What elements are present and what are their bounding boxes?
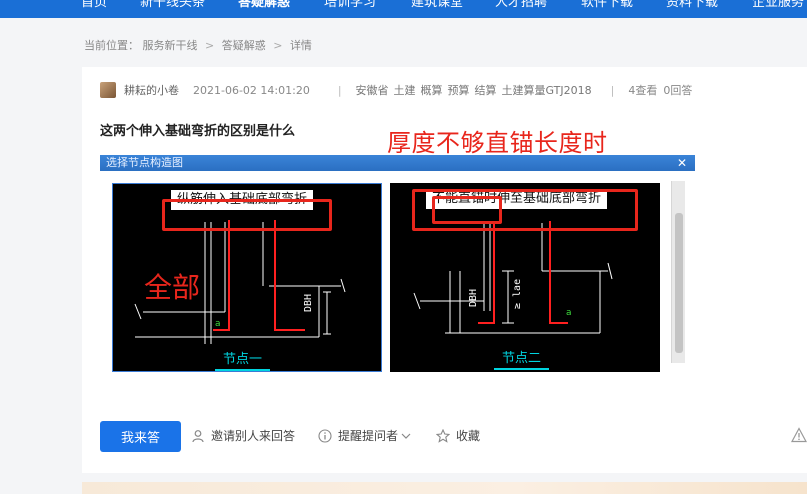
nav-item-headlines[interactable]: 新干线头条 [140, 0, 205, 13]
question-meta: 耕耘的小卷 2021-06-02 14:01:20 | 安徽省 土建 概算 预算… [100, 82, 692, 98]
star-icon [436, 429, 450, 443]
breadcrumb-item-qa[interactable]: 答疑解惑 [222, 39, 266, 52]
breadcrumb-item-service[interactable]: 服务新干线 [143, 39, 198, 52]
divider: | [337, 83, 342, 97]
tag-settlement[interactable]: 结算 [475, 82, 497, 98]
nav-item-jobs[interactable]: 人才招聘 [495, 0, 547, 13]
breadcrumb-separator: > [205, 39, 215, 52]
info-circle-icon [318, 429, 332, 443]
dialog-title: 选择节点构造图 [106, 156, 183, 169]
promo-banner[interactable] [82, 482, 807, 494]
anchor-length-label: ≥ lae [512, 279, 523, 309]
tag-discipline[interactable]: 土建 [394, 82, 416, 98]
dim-label: DBH [468, 289, 479, 307]
nav-item-enterprise[interactable]: 企业服务 [752, 0, 804, 13]
question-card: 耕耘的小卷 2021-06-02 14:01:20 | 安徽省 土建 概算 预算… [82, 67, 807, 473]
avatar[interactable] [100, 82, 116, 98]
nav-item-software[interactable]: 软件下载 [581, 0, 633, 13]
nav-item-qa[interactable]: 答疑解惑 [238, 0, 290, 13]
breadcrumb-prefix: 当前位置： [84, 39, 139, 52]
annotation-box-left [162, 199, 332, 231]
favorite-label: 收藏 [456, 429, 481, 443]
nav-item-training[interactable]: 培训学习 [324, 0, 376, 13]
bar-mark: a [566, 308, 572, 318]
annotation-top: 厚度不够直锚长度时 [387, 129, 608, 157]
tag-budget[interactable]: 预算 [448, 82, 470, 98]
favorite-action[interactable]: 收藏 [436, 428, 480, 444]
remind-label: 提醒提问者 [338, 429, 399, 443]
tag-region[interactable]: 安徽省 [356, 82, 389, 98]
question-title: 这两个伸入基础弯折的区别是什么 [100, 124, 296, 139]
breadcrumb-item-detail: 详情 [289, 39, 312, 52]
invite-action[interactable]: 邀请别人来回答 [191, 428, 295, 444]
tag-estimate[interactable]: 概算 [421, 82, 443, 98]
node-one-label[interactable]: 节点一 [214, 348, 271, 371]
divider: | [610, 83, 615, 97]
chevron-down-icon [401, 433, 411, 439]
nav-item-resources[interactable]: 资料下载 [666, 0, 718, 13]
breadcrumb: 当前位置： 服务新干线 > 答疑解惑 > 详情 [84, 38, 312, 54]
close-icon: ✕ [676, 156, 687, 170]
node-two-label[interactable]: 节点二 [493, 347, 550, 370]
remind-action[interactable]: 提醒提问者 [318, 428, 411, 444]
person-icon [192, 430, 204, 443]
annotation-box-inner [432, 196, 502, 224]
dialog-scrollbar[interactable] [671, 181, 685, 363]
post-time: 2021-06-02 14:01:20 [193, 83, 310, 97]
view-count: 4查看 [628, 84, 658, 97]
dim-label: DBH [303, 294, 314, 312]
top-nav: 首页 新干线头条 答疑解惑 培训学习 建筑课堂 人才招聘 软件下载 资料下载 企… [0, 0, 807, 18]
answer-count: 0回答 [663, 84, 693, 97]
tag-software[interactable]: 土建算量GTJ2018 [502, 82, 592, 98]
scrollbar-thumb[interactable] [675, 213, 683, 353]
question-image[interactable]: 选择节点构造图 ✕ a DBH 纵筋伸入基础底部弯折 节点一 a DBH ≥ l… [100, 129, 695, 374]
nav-item-classroom[interactable]: 建筑课堂 [411, 0, 463, 13]
answer-button[interactable]: 我来答 [100, 421, 181, 452]
bar-mark: a [215, 319, 221, 329]
annotation-left: 全部 [144, 271, 201, 304]
nav-item-home[interactable]: 首页 [81, 0, 107, 13]
invite-label: 邀请别人来回答 [211, 429, 296, 443]
author-name[interactable]: 耕耘的小卷 [124, 82, 179, 98]
breadcrumb-separator: > [273, 39, 283, 52]
warning-icon[interactable] [791, 427, 807, 443]
